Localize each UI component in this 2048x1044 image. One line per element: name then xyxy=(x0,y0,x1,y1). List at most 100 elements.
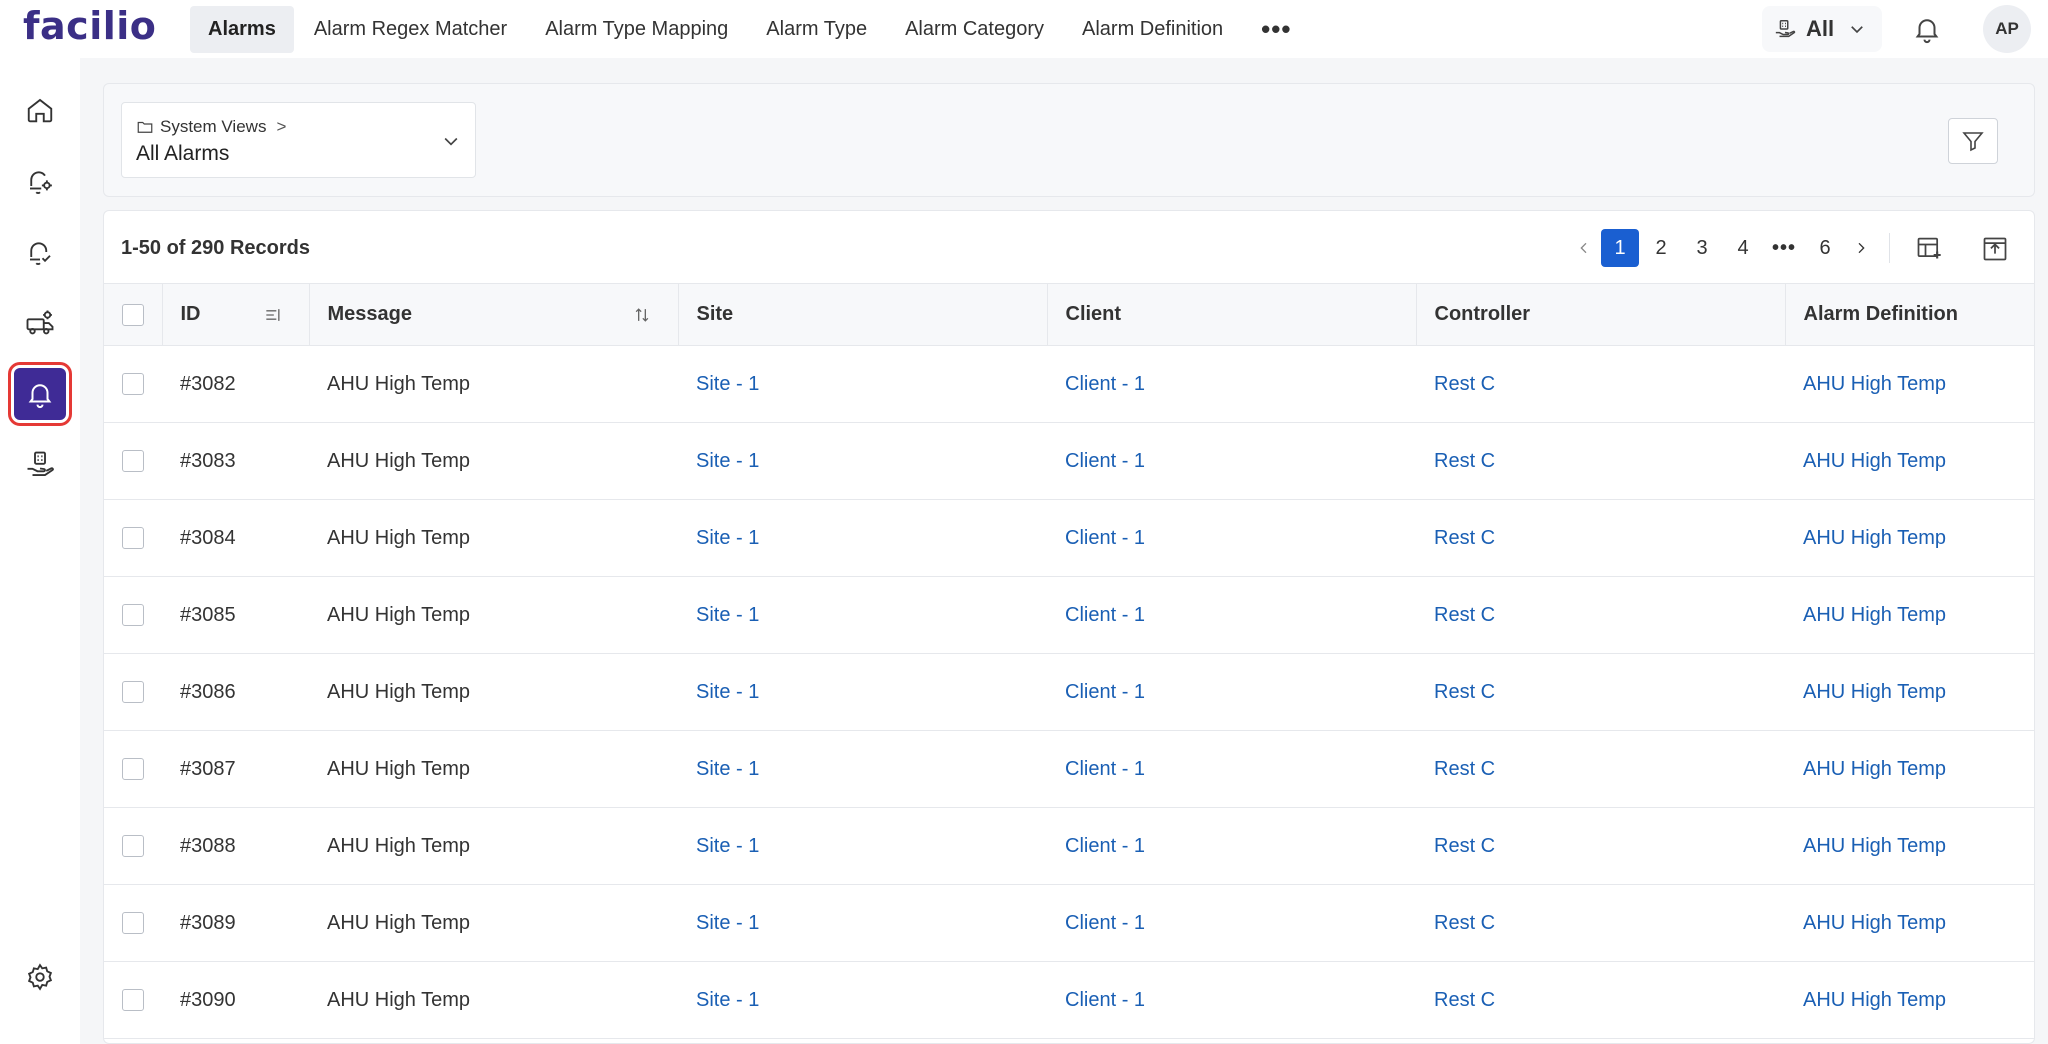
alarm-definition-link[interactable]: AHU High Temp xyxy=(1803,835,1946,857)
select-all-checkbox[interactable] xyxy=(121,303,144,326)
site-link[interactable]: Site - 1 xyxy=(696,527,759,549)
controller-link[interactable]: Rest C xyxy=(1434,373,1495,395)
site-link[interactable]: Site - 1 xyxy=(696,450,759,472)
row-checkbox[interactable] xyxy=(122,835,144,858)
sidebar-item-alarms[interactable] xyxy=(8,362,72,426)
column-header-id[interactable]: ID xyxy=(162,283,310,346)
column-header-controller[interactable]: Controller xyxy=(1416,283,1786,346)
alarm-definition-link[interactable]: AHU High Temp xyxy=(1803,604,1946,626)
table-row[interactable]: #3087 AHU High Temp Site - 1 Client - 1 Rest… xyxy=(104,730,2034,808)
row-checkbox[interactable] xyxy=(122,912,144,935)
client-link[interactable]: Client - 1 xyxy=(1065,835,1145,857)
export-button[interactable] xyxy=(1978,232,2012,266)
row-checkbox[interactable] xyxy=(122,450,144,473)
pagination: 1 2 3 4 ••• 6 xyxy=(1567,228,1946,268)
facilio-logo[interactable]: facilio xyxy=(23,4,156,48)
controller-link[interactable]: Rest C xyxy=(1434,758,1495,780)
page-4-button[interactable]: 4 xyxy=(1724,229,1762,267)
site-link[interactable]: Site - 1 xyxy=(696,681,759,703)
alarm-definition-link[interactable]: AHU High Temp xyxy=(1803,681,1946,703)
sidebar-item-alarm-check[interactable] xyxy=(14,226,66,278)
row-checkbox[interactable] xyxy=(122,681,144,704)
table-row[interactable]: #3088 AHU High Temp Site - 1 Client - 1 Rest… xyxy=(104,807,2034,885)
site-link[interactable]: Site - 1 xyxy=(696,912,759,934)
settings-icon xyxy=(27,963,53,991)
controller-link[interactable]: Rest C xyxy=(1434,681,1495,703)
client-link[interactable]: Client - 1 xyxy=(1065,373,1145,395)
client-link[interactable]: Client - 1 xyxy=(1065,758,1145,780)
notification-bell-icon[interactable] xyxy=(1912,14,1942,44)
column-header-client[interactable]: Client xyxy=(1047,283,1417,346)
row-checkbox[interactable] xyxy=(122,758,144,781)
column-header-site[interactable]: Site xyxy=(678,283,1048,346)
column-settings-button[interactable] xyxy=(1912,231,1946,265)
page-3-button[interactable]: 3 xyxy=(1683,229,1721,267)
sidebar-item-tenants[interactable] xyxy=(14,439,66,491)
table-row[interactable]: #3084 AHU High Temp Site - 1 Client - 1 Rest… xyxy=(104,499,2034,577)
user-avatar[interactable]: AP xyxy=(1983,5,2031,53)
controller-link[interactable]: Rest C xyxy=(1434,527,1495,549)
column-header-alarm-definition[interactable]: Alarm Definition xyxy=(1785,283,2034,346)
row-select-cell xyxy=(104,576,162,654)
alarm-definition-link[interactable]: AHU High Temp xyxy=(1803,527,1946,549)
client-link[interactable]: Client - 1 xyxy=(1065,604,1145,626)
site-selector[interactable]: All xyxy=(1762,6,1882,52)
row-checkbox[interactable] xyxy=(122,527,144,550)
alarm-definition-link[interactable]: AHU High Temp xyxy=(1803,373,1946,395)
table-row[interactable]: #3082 AHU High Temp Site - 1 Client - 1 Rest… xyxy=(104,345,2034,423)
table-row[interactable]: #3089 AHU High Temp Site - 1 Client - 1 Rest… xyxy=(104,884,2034,962)
controller-link[interactable]: Rest C xyxy=(1434,835,1495,857)
tab-alarm-regex-matcher[interactable]: Alarm Regex Matcher xyxy=(296,6,525,53)
tab-alarm-definition[interactable]: Alarm Definition xyxy=(1064,6,1241,53)
page-6-button[interactable]: 6 xyxy=(1806,229,1844,267)
sidebar-item-settings[interactable] xyxy=(14,951,66,1003)
cell-message: AHU High Temp xyxy=(309,961,678,1039)
table-row[interactable]: #3083 AHU High Temp Site - 1 Client - 1 Rest… xyxy=(104,422,2034,500)
sidebar-item-alarm-rules[interactable] xyxy=(14,155,66,207)
alarm-definition-link[interactable]: AHU High Temp xyxy=(1803,989,1946,1011)
site-link[interactable]: Site - 1 xyxy=(696,835,759,857)
alarm-definition-link[interactable]: AHU High Temp xyxy=(1803,912,1946,934)
page-ellipsis[interactable]: ••• xyxy=(1765,229,1803,267)
alarm-definition-link[interactable]: AHU High Temp xyxy=(1803,758,1946,780)
tab-alarm-type[interactable]: Alarm Type xyxy=(748,6,885,53)
sidebar-item-home[interactable] xyxy=(14,84,66,136)
more-tabs-button[interactable]: ••• xyxy=(1243,14,1309,45)
page-2-button[interactable]: 2 xyxy=(1642,229,1680,267)
client-link[interactable]: Client - 1 xyxy=(1065,681,1145,703)
page-1-button[interactable]: 1 xyxy=(1601,229,1639,267)
next-page-button[interactable] xyxy=(1847,229,1875,267)
row-checkbox[interactable] xyxy=(122,373,144,396)
client-link[interactable]: Client - 1 xyxy=(1065,912,1145,934)
site-link[interactable]: Site - 1 xyxy=(696,989,759,1011)
filter-button[interactable] xyxy=(1948,118,1998,164)
client-link[interactable]: Client - 1 xyxy=(1065,989,1145,1011)
view-selector[interactable]: System Views > All Alarms xyxy=(121,102,476,178)
column-options-icon[interactable] xyxy=(263,305,283,325)
table-row[interactable]: #3090 AHU High Temp Site - 1 Client - 1 Rest… xyxy=(104,961,2034,1039)
tab-alarm-type-mapping[interactable]: Alarm Type Mapping xyxy=(527,6,746,53)
cell-client: Client - 1 xyxy=(1047,499,1416,577)
site-link[interactable]: Site - 1 xyxy=(696,604,759,626)
site-link[interactable]: Site - 1 xyxy=(696,758,759,780)
sort-icon[interactable] xyxy=(632,305,652,325)
site-link[interactable]: Site - 1 xyxy=(696,373,759,395)
cell-site: Site - 1 xyxy=(678,807,1047,885)
row-checkbox[interactable] xyxy=(122,989,144,1012)
alarm-definition-link[interactable]: AHU High Temp xyxy=(1803,450,1946,472)
prev-page-button[interactable] xyxy=(1570,229,1598,267)
controller-link[interactable]: Rest C xyxy=(1434,912,1495,934)
column-header-message[interactable]: Message xyxy=(309,283,679,346)
client-link[interactable]: Client - 1 xyxy=(1065,450,1145,472)
table-row[interactable]: #3086 AHU High Temp Site - 1 Client - 1 Rest… xyxy=(104,653,2034,731)
row-checkbox[interactable] xyxy=(122,604,144,627)
client-link[interactable]: Client - 1 xyxy=(1065,527,1145,549)
controller-link[interactable]: Rest C xyxy=(1434,989,1495,1011)
tab-alarm-category[interactable]: Alarm Category xyxy=(887,6,1062,53)
sidebar-item-assets[interactable] xyxy=(14,297,66,349)
tab-alarms[interactable]: Alarms xyxy=(190,6,294,53)
table-row[interactable]: #3085 AHU High Temp Site - 1 Client - 1 Rest… xyxy=(104,576,2034,654)
cell-controller: Rest C xyxy=(1416,884,1785,962)
controller-link[interactable]: Rest C xyxy=(1434,450,1495,472)
controller-link[interactable]: Rest C xyxy=(1434,604,1495,626)
